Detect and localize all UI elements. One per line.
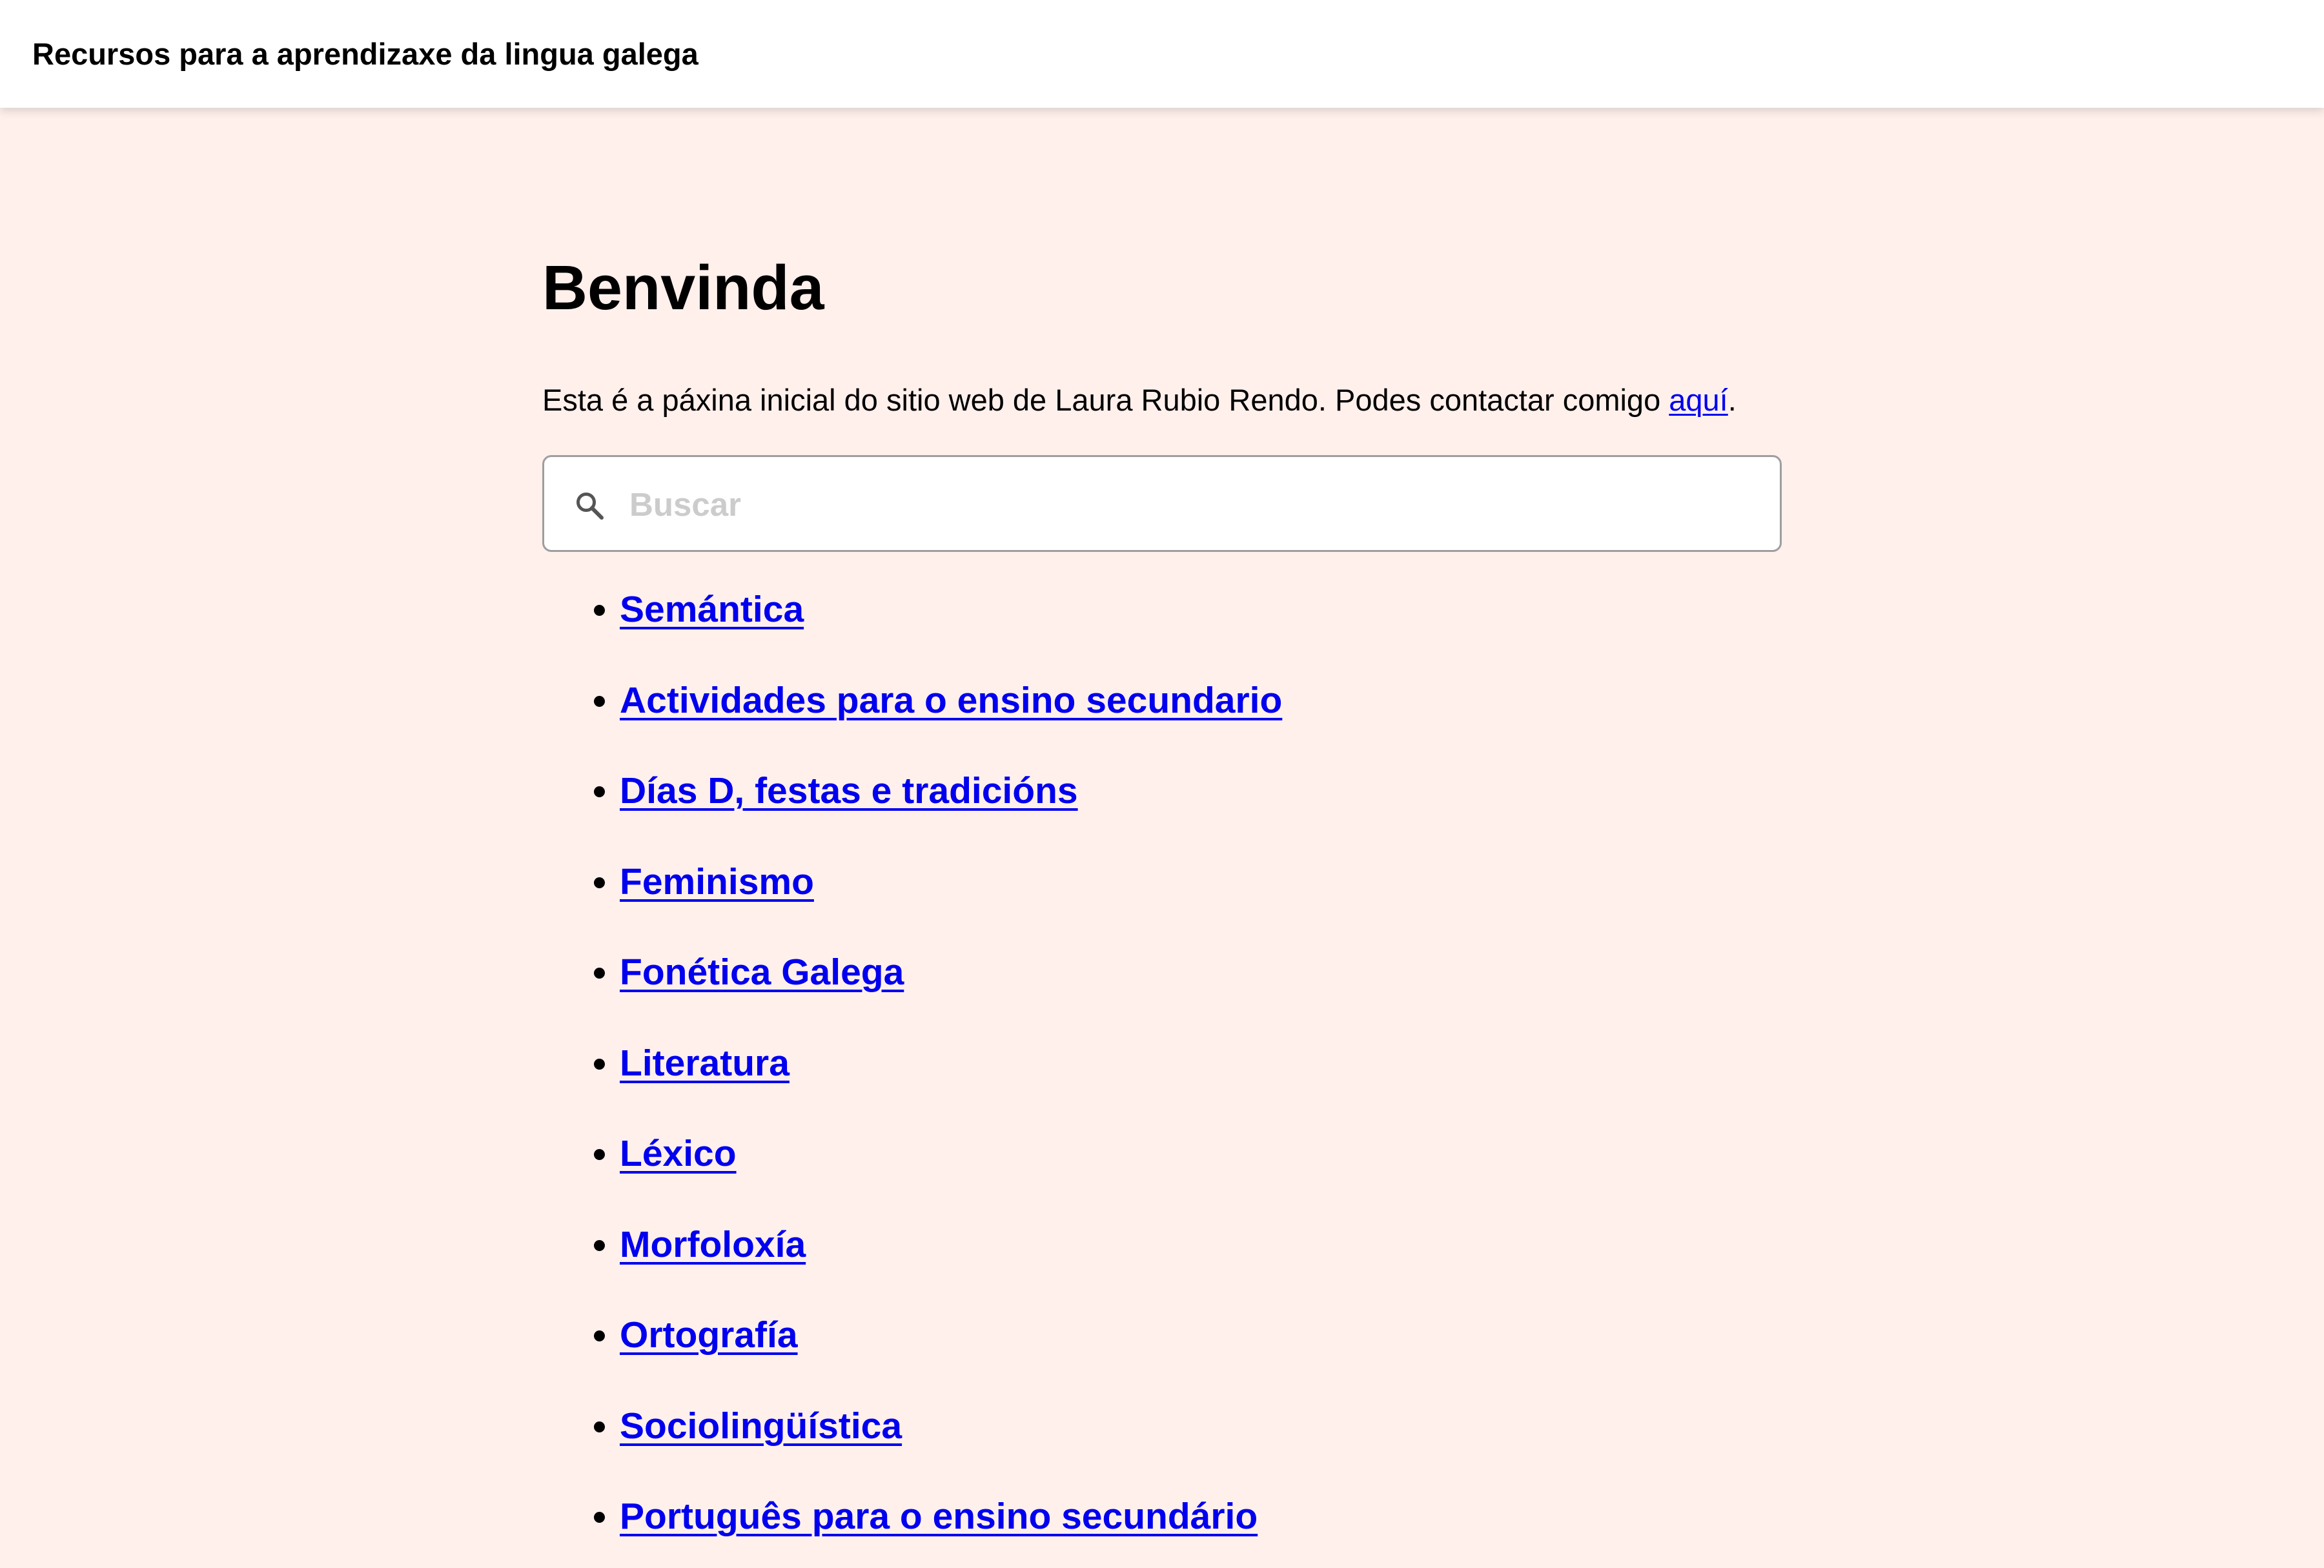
bullet-icon bbox=[594, 1239, 605, 1251]
topic-link[interactable]: Sociolingüística bbox=[620, 1405, 902, 1447]
topic-link[interactable]: Semántica bbox=[620, 588, 804, 631]
list-item: Feminismo bbox=[542, 842, 1782, 933]
topic-link[interactable]: Feminismo bbox=[620, 860, 814, 903]
list-item: Morfoloxía bbox=[542, 1205, 1782, 1296]
bullet-icon bbox=[594, 1058, 605, 1070]
topic-link[interactable]: Fonética Galega bbox=[620, 951, 904, 993]
list-item: Actividades para o ensino secundario bbox=[542, 661, 1782, 752]
search-icon bbox=[576, 493, 604, 520]
list-item: Días D, festas e tradicións bbox=[542, 751, 1782, 842]
bullet-icon bbox=[594, 1512, 605, 1523]
list-item: Sociolingüística bbox=[542, 1387, 1782, 1478]
contact-link[interactable]: aquí bbox=[1669, 383, 1728, 417]
topic-link[interactable]: Actividades para o ensino secundario bbox=[620, 679, 1282, 722]
site-header: Recursos para a aprendizaxe da lingua ga… bbox=[0, 0, 2324, 108]
bullet-icon bbox=[594, 695, 605, 707]
topic-link[interactable]: Léxico bbox=[620, 1132, 737, 1175]
bullet-icon bbox=[594, 605, 605, 616]
site-title: Recursos para a aprendizaxe da lingua ga… bbox=[32, 37, 698, 71]
bullet-icon bbox=[594, 786, 605, 797]
topic-link[interactable]: Días D, festas e tradicións bbox=[620, 769, 1078, 812]
list-item: Literatura bbox=[542, 1024, 1782, 1115]
topic-link[interactable]: Morfoloxía bbox=[620, 1223, 806, 1266]
list-item: Fonética Galega bbox=[542, 933, 1782, 1024]
list-item: Ortografía bbox=[542, 1296, 1782, 1387]
topic-link[interactable]: Ortografía bbox=[620, 1314, 798, 1356]
list-item: Semántica bbox=[542, 570, 1782, 661]
bullet-icon bbox=[594, 1149, 605, 1160]
bullet-icon bbox=[594, 1330, 605, 1341]
bullet-icon bbox=[594, 1421, 605, 1432]
bullet-icon bbox=[594, 877, 605, 888]
intro-paragraph: Esta é a páxina inicial do sitio web de … bbox=[542, 381, 1737, 420]
list-item: Léxico bbox=[542, 1114, 1782, 1205]
search-box[interactable] bbox=[542, 455, 1782, 552]
list-item: Português para o ensino secundário bbox=[542, 1477, 1782, 1568]
search-input[interactable] bbox=[629, 476, 1753, 532]
intro-text: Esta é a páxina inicial do sitio web de … bbox=[542, 383, 1669, 417]
topic-link[interactable]: Português para o ensino secundário bbox=[620, 1495, 1258, 1538]
bullet-icon bbox=[594, 968, 605, 979]
topic-list: Semántica Actividades para o ensino secu… bbox=[542, 570, 1782, 1568]
topic-link[interactable]: Literatura bbox=[620, 1042, 790, 1084]
intro-punctuation: . bbox=[1728, 383, 1737, 417]
page-title: Benvinda bbox=[542, 252, 824, 323]
